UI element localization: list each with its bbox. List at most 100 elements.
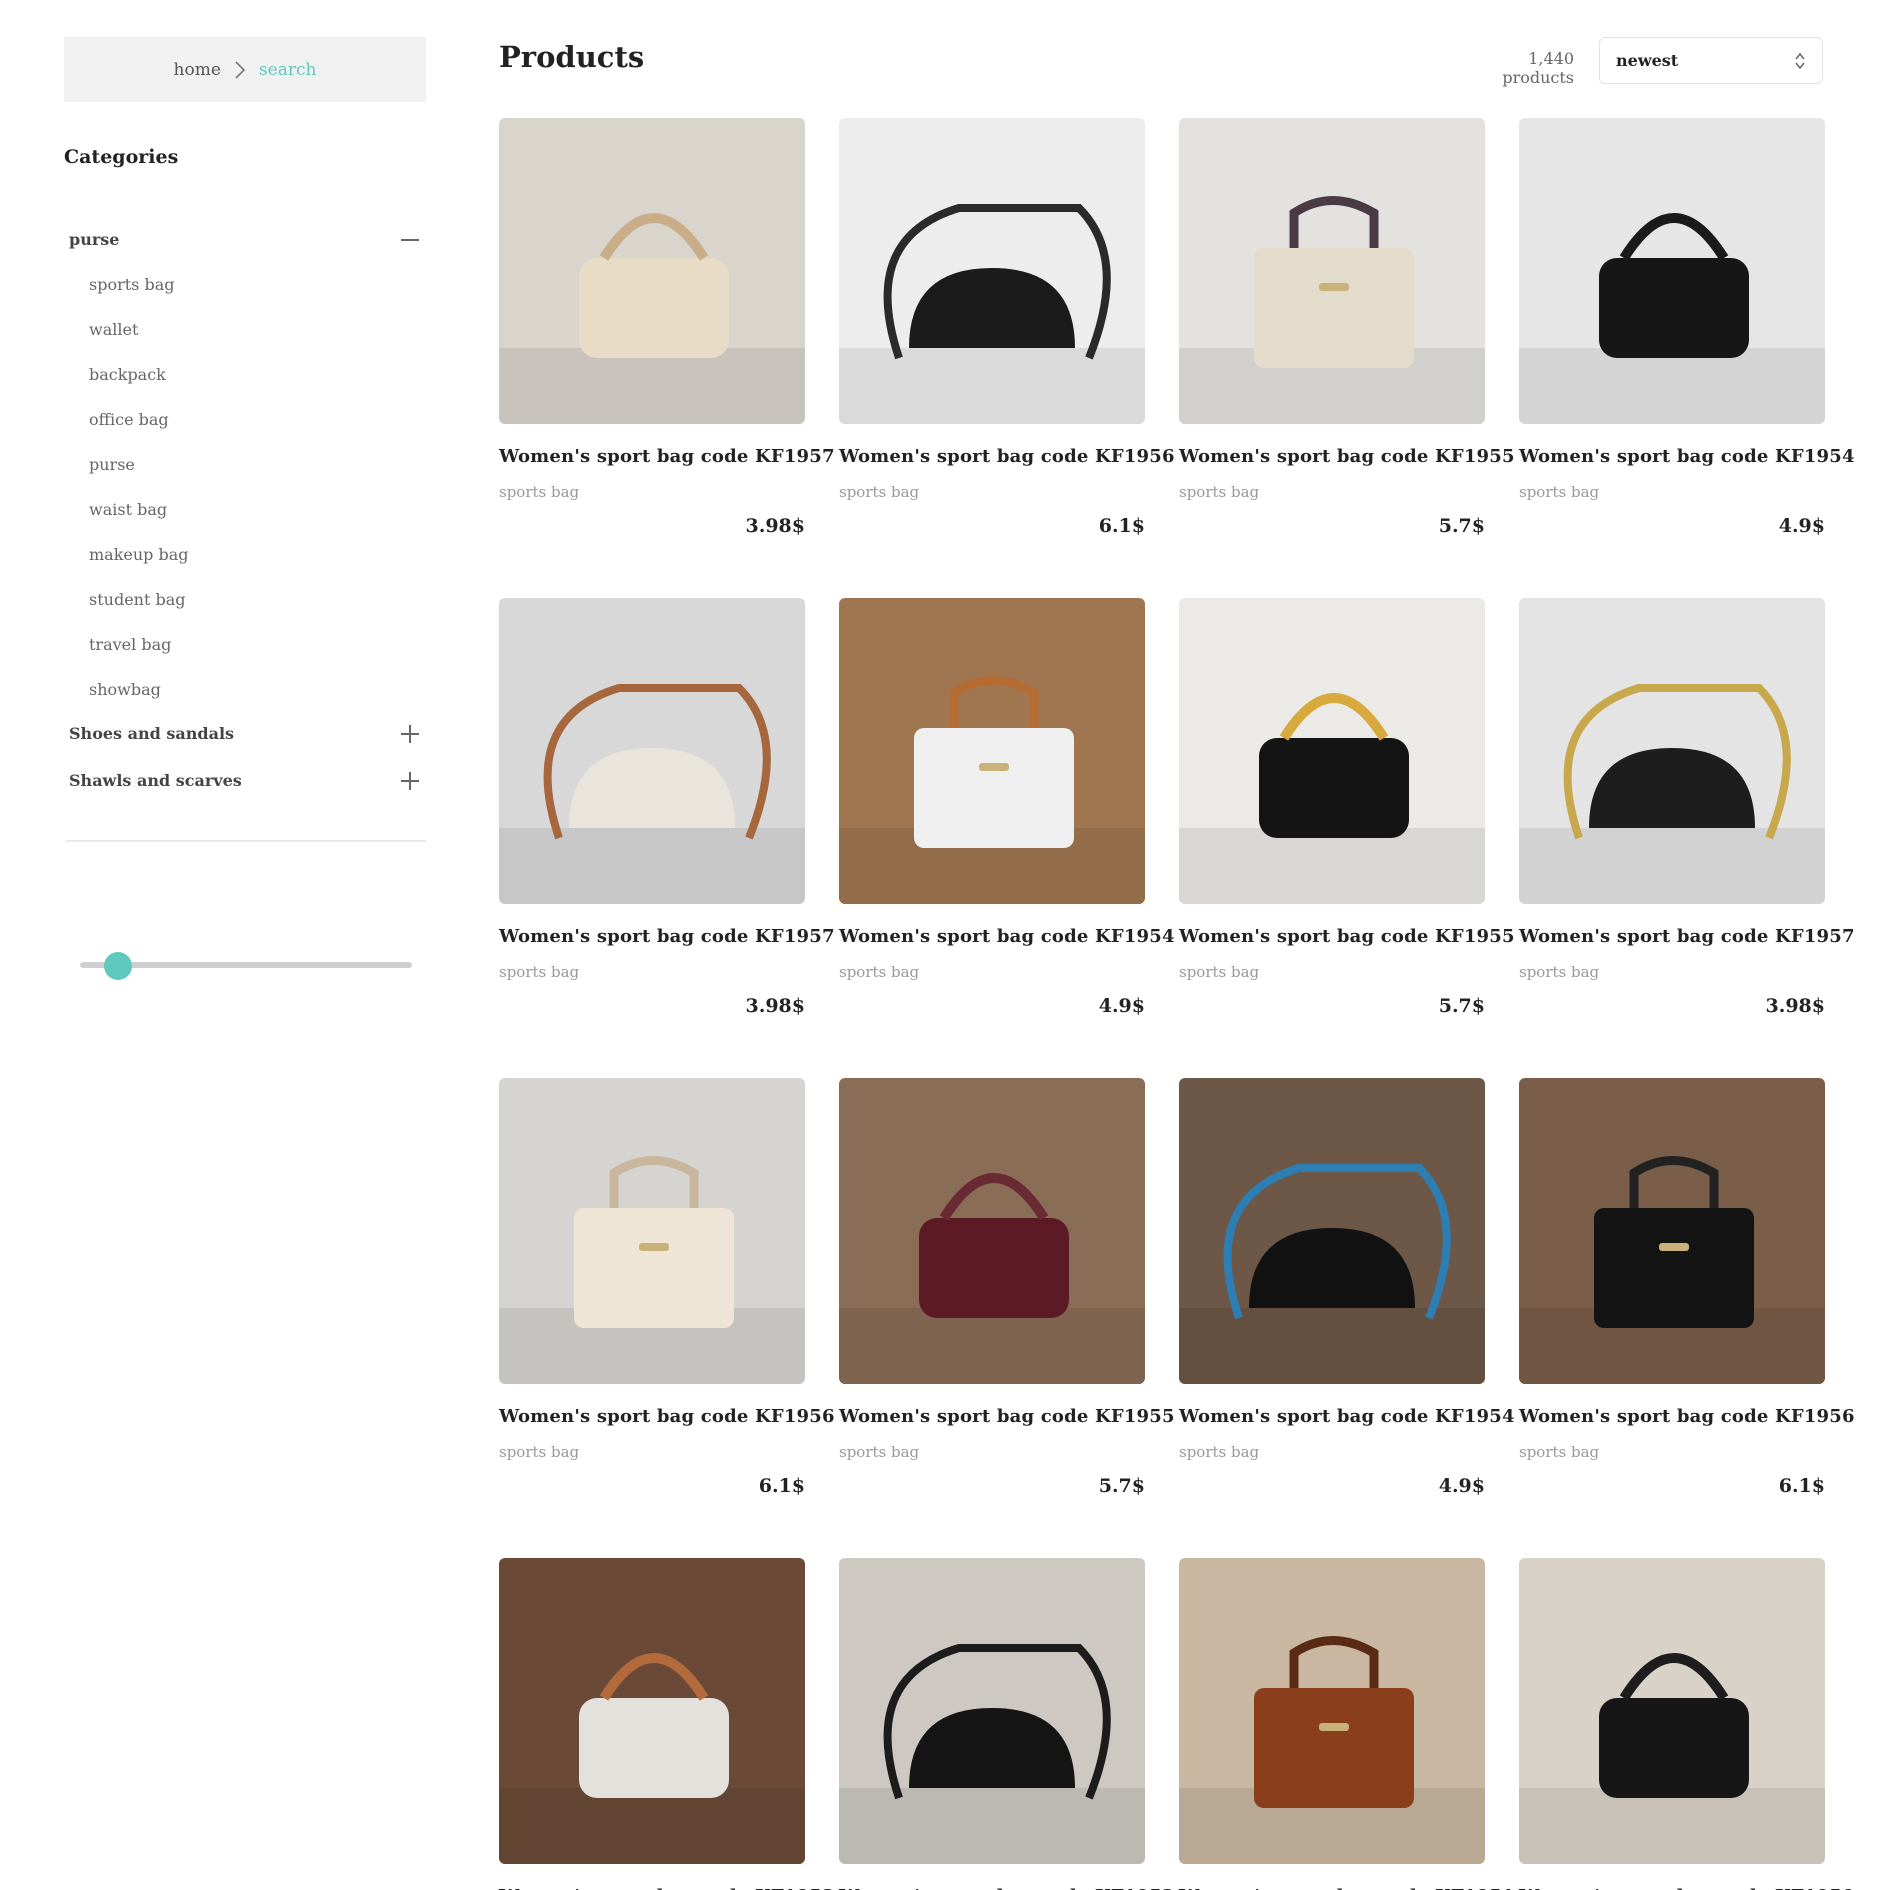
subcategory-item-travel-bag[interactable]: travel bag (89, 632, 189, 677)
product-card[interactable]: Women's sport bag code KF1950 sports bag… (1519, 1558, 1855, 1890)
product-image[interactable] (499, 598, 805, 904)
product-card[interactable]: Women's sport bag code KF1954 sports bag… (1519, 118, 1855, 537)
product-image[interactable] (1519, 1558, 1825, 1864)
product-name[interactable]: Women's sport bag code KF1950 (1519, 1886, 1855, 1890)
product-name[interactable]: Women's sport bag code KF1954 (839, 926, 1175, 947)
product-photo (1179, 1558, 1485, 1864)
product-name[interactable]: Women's sport bag code KF1955 (1179, 446, 1515, 467)
breadcrumb-home-link[interactable]: home (174, 60, 221, 80)
product-card[interactable]: Women's sport bag code KF1954 sports bag… (1179, 1078, 1515, 1497)
product-image[interactable] (1519, 1078, 1825, 1384)
category-group-label: purse (69, 230, 120, 249)
subcategory-item-showbag[interactable]: showbag (89, 677, 189, 722)
product-image[interactable] (1179, 1078, 1485, 1384)
product-image[interactable] (499, 1558, 805, 1864)
breadcrumb-current[interactable]: search (259, 60, 317, 80)
product-card[interactable]: Women's sport bag code KF1957 sports bag… (499, 118, 835, 537)
product-name[interactable]: Women's sport bag code KF1954 (1179, 1406, 1515, 1427)
product-name[interactable]: Women's sport bag code KF1957 (499, 446, 835, 467)
product-card[interactable]: Women's sport bag code KF1955 sports bag… (839, 1078, 1175, 1497)
product-name[interactable]: Women's sport bag code KF1952 (839, 1886, 1175, 1890)
product-price: 4.9$ (1778, 515, 1825, 537)
product-category: sports bag (1519, 963, 1600, 981)
product-category: sports bag (499, 483, 580, 501)
product-image[interactable] (1519, 118, 1825, 424)
product-price: 4.9$ (1098, 995, 1145, 1017)
product-image[interactable] (839, 1558, 1145, 1864)
category-group-shawls[interactable]: Shawls and scarves (69, 771, 419, 790)
product-image[interactable] (839, 1078, 1145, 1384)
product-photo (839, 1558, 1145, 1864)
product-category: sports bag (839, 1443, 920, 1461)
product-name[interactable]: Women's sport bag code KF1955 (1179, 926, 1515, 947)
product-card[interactable]: Women's sport bag code KF1954 sports bag… (839, 598, 1175, 1017)
breadcrumb: home search (64, 37, 426, 102)
product-card[interactable]: Women's sport bag code KF1951 sports bag… (1179, 1558, 1515, 1890)
product-image[interactable] (1179, 1558, 1485, 1864)
product-price: 3.98$ (745, 515, 806, 537)
product-price: 5.7$ (1438, 995, 1485, 1017)
sidebar-divider (66, 840, 426, 842)
product-grid: Women's sport bag code KF1957 sports bag… (499, 118, 1855, 1890)
product-price: 5.7$ (1098, 1475, 1145, 1497)
product-card[interactable]: Women's sport bag code KF1955 sports bag… (1179, 118, 1515, 537)
subcategory-item-backpack[interactable]: backpack (89, 362, 189, 407)
product-price: 6.1$ (1778, 1475, 1825, 1497)
product-card[interactable]: Women's sport bag code KF1957 sports bag… (499, 598, 835, 1017)
product-image[interactable] (499, 118, 805, 424)
product-name[interactable]: Women's sport bag code KF1955 (839, 1406, 1175, 1427)
product-price: 6.1$ (758, 1475, 805, 1497)
product-image[interactable] (839, 598, 1145, 904)
product-card[interactable]: Women's sport bag code KF1952 sports bag… (839, 1558, 1175, 1890)
product-name[interactable]: Women's sport bag code KF1953 (499, 1886, 835, 1890)
product-card[interactable]: Women's sport bag code KF1953 sports bag… (499, 1558, 835, 1890)
product-price: 3.98$ (745, 995, 806, 1017)
product-name[interactable]: Women's sport bag code KF1954 (1519, 446, 1855, 467)
product-card[interactable]: Women's sport bag code KF1955 sports bag… (1179, 598, 1515, 1017)
price-range-slider[interactable] (80, 952, 412, 980)
product-name[interactable]: Women's sport bag code KF1956 (839, 446, 1175, 467)
product-photo (839, 1078, 1145, 1384)
product-card[interactable]: Women's sport bag code KF1956 sports bag… (839, 118, 1175, 537)
category-group-shoes[interactable]: Shoes and sandals (69, 724, 419, 743)
product-price: 4.9$ (1438, 1475, 1485, 1497)
product-name[interactable]: Women's sport bag code KF1956 (1519, 1406, 1855, 1427)
chevron-right-icon (235, 60, 246, 79)
subcategory-item-student-bag[interactable]: student bag (89, 587, 189, 632)
product-category: sports bag (499, 1443, 580, 1461)
subcategory-item-waist-bag[interactable]: waist bag (89, 497, 189, 542)
product-photo (499, 118, 805, 424)
plus-icon[interactable] (401, 724, 419, 743)
subcategory-item-purse[interactable]: purse (89, 452, 189, 497)
product-price: 3.98$ (1765, 995, 1826, 1017)
product-photo (1179, 118, 1485, 424)
product-image[interactable] (1519, 598, 1825, 904)
category-group-label: Shoes and sandals (69, 724, 235, 743)
product-photo (499, 1078, 805, 1384)
product-image[interactable] (1179, 118, 1485, 424)
product-card[interactable]: Women's sport bag code KF1956 sports bag… (1519, 1078, 1855, 1497)
product-image[interactable] (499, 1078, 805, 1384)
product-price: 6.1$ (1098, 515, 1145, 537)
sort-select[interactable]: newest (1599, 37, 1823, 84)
product-photo (1179, 598, 1485, 904)
slider-thumb[interactable] (104, 952, 132, 980)
product-name[interactable]: Women's sport bag code KF1957 (499, 926, 835, 947)
product-image[interactable] (839, 118, 1145, 424)
subcategory-item-sports-bag[interactable]: sports bag (89, 272, 189, 317)
product-card[interactable]: Women's sport bag code KF1956 sports bag… (499, 1078, 835, 1497)
product-name[interactable]: Women's sport bag code KF1957 (1519, 926, 1855, 947)
product-photo (499, 1558, 805, 1864)
product-name[interactable]: Women's sport bag code KF1956 (499, 1406, 835, 1427)
category-group-purse[interactable]: purse (69, 230, 419, 249)
subcategory-item-makeup-bag[interactable]: makeup bag (89, 542, 189, 587)
subcategory-item-wallet[interactable]: wallet (89, 317, 189, 362)
page-title: Products (499, 40, 645, 74)
product-image[interactable] (1179, 598, 1485, 904)
product-card[interactable]: Women's sport bag code KF1957 sports bag… (1519, 598, 1855, 1017)
minus-icon[interactable] (401, 231, 419, 249)
plus-icon[interactable] (401, 771, 419, 790)
product-name[interactable]: Women's sport bag code KF1951 (1179, 1886, 1515, 1890)
subcategory-item-office-bag[interactable]: office bag (89, 407, 189, 452)
product-category: sports bag (1179, 963, 1260, 981)
